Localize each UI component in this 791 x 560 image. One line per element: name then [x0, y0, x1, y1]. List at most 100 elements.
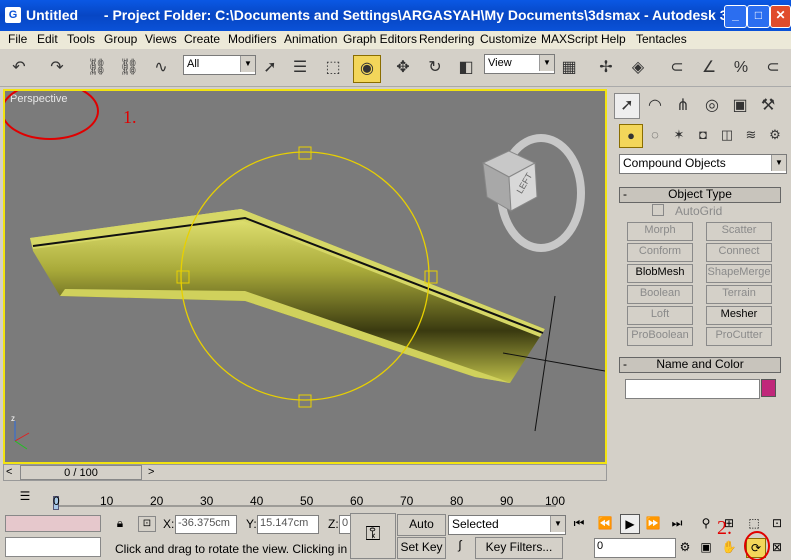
viewcube-widget[interactable]: LEFT [481, 134, 585, 252]
conform-button[interactable]: Conform [627, 243, 693, 262]
select-and-scale-icon[interactable]: ◧ [453, 55, 479, 81]
lights-icon[interactable]: ✶ [668, 124, 690, 146]
selection-filter-dropdown[interactable]: All ▼ [183, 55, 256, 75]
proboolean-button[interactable]: ProBoolean [627, 327, 693, 346]
scatter-button[interactable]: Scatter [706, 222, 772, 241]
menu-create[interactable]: Create [184, 32, 220, 46]
y-coord-field[interactable]: 15.147cm [257, 515, 319, 534]
undo-icon[interactable]: ↶ [6, 55, 32, 81]
menu-customize[interactable]: Customize [480, 32, 537, 46]
motion-tab-icon[interactable]: ◎ [699, 93, 725, 119]
time-prev-button[interactable]: < [6, 466, 12, 478]
display-tab-icon[interactable]: ▣ [727, 93, 753, 119]
shapes-icon[interactable]: ◌ [644, 124, 666, 146]
object-category-dropdown[interactable]: Compound Objects ▼ [619, 154, 787, 174]
percent-snap-icon[interactable]: % [728, 55, 754, 81]
menu-tentacles[interactable]: Tentacles [636, 32, 687, 46]
maximize-button[interactable]: □ [747, 5, 770, 28]
track-bar[interactable]: ☰ 0 10 20 30 40 50 60 70 80 90 100 [0, 484, 610, 510]
reference-coordinate-dropdown[interactable]: View ▼ [484, 54, 555, 74]
pivot-center-icon[interactable]: ▦ [556, 55, 582, 81]
maxscript-input[interactable] [5, 537, 101, 557]
zoom-icon[interactable]: ⚲ [697, 514, 715, 532]
menu-help[interactable]: Help [601, 32, 626, 46]
terrain-button[interactable]: Terrain [706, 285, 772, 304]
key-filters-button[interactable]: Key Filters... [475, 537, 563, 559]
object-color-swatch[interactable] [761, 379, 776, 397]
next-frame-icon[interactable]: ⏩ [644, 514, 662, 532]
procutter-button[interactable]: ProCutter [706, 327, 772, 346]
menu-animation[interactable]: Animation [284, 32, 337, 46]
bind-to-space-warp-icon[interactable]: ∿ [148, 55, 174, 81]
default-tangent-icon[interactable]: ∫ [450, 538, 470, 556]
minimize-button[interactable]: _ [724, 5, 747, 28]
menu-rendering[interactable]: Rendering [419, 32, 474, 46]
unlink-selection-icon[interactable]: ⛓ [116, 55, 142, 81]
modify-tab-icon[interactable]: ◠ [642, 93, 668, 119]
rectangular-selection-icon[interactable]: ⬚ [320, 55, 346, 81]
play-icon[interactable]: ▶ [620, 514, 640, 534]
set-key-icon[interactable]: ⚿ [350, 513, 396, 559]
select-object-icon[interactable]: ➚ [257, 55, 283, 81]
keyboard-shortcut-override-icon[interactable]: ◈ [625, 55, 651, 81]
name-and-color-rollout-header[interactable]: - Name and Color [619, 357, 781, 373]
angle-snap-icon[interactable]: ∠ [696, 55, 722, 81]
menu-tools[interactable]: Tools [67, 32, 95, 46]
space-warps-icon[interactable]: ≋ [740, 124, 762, 146]
mesher-button[interactable]: Mesher [706, 306, 772, 325]
utilities-tab-icon[interactable]: ⚒ [755, 93, 781, 119]
morph-button[interactable]: Morph [627, 222, 693, 241]
blobmesh-button[interactable]: BlobMesh [627, 264, 693, 283]
curve-editor-icon[interactable]: ☰ [16, 489, 34, 503]
snaps-toggle-icon[interactable]: ⊂ [664, 55, 690, 81]
menu-graph-editors[interactable]: Graph Editors [343, 32, 417, 46]
systems-icon[interactable]: ⚙ [764, 124, 786, 146]
previous-frame-icon[interactable]: ⏪ [596, 514, 614, 532]
spinner-snap-icon[interactable]: ⊂ [760, 55, 786, 81]
menu-modifiers[interactable]: Modifiers [228, 32, 277, 46]
geometry-icon[interactable]: ● [619, 124, 643, 148]
select-and-rotate-icon[interactable]: ↻ [422, 55, 448, 81]
menu-edit[interactable]: Edit [37, 32, 58, 46]
connect-button[interactable]: Connect [706, 243, 772, 262]
go-to-start-icon[interactable]: ⏮ [570, 514, 588, 532]
crown-molding-object[interactable] [30, 209, 545, 383]
current-frame-field[interactable]: 0 [594, 538, 676, 558]
menu-views[interactable]: Views [145, 32, 177, 46]
window-crossing-icon[interactable]: ◉ [353, 55, 381, 83]
menu-file[interactable]: File [8, 32, 27, 46]
time-slider[interactable]: < 0 / 100 > [3, 464, 607, 481]
field-of-view-icon[interactable]: ▣ [697, 538, 715, 556]
boolean-button[interactable]: Boolean [627, 285, 693, 304]
maxscript-listener-mini[interactable] [5, 515, 101, 532]
create-tab-icon[interactable]: ➚ [614, 93, 640, 119]
select-and-manipulate-icon[interactable]: ✢ [593, 55, 619, 81]
loft-button[interactable]: Loft [627, 306, 693, 325]
cameras-icon[interactable]: ◘ [692, 124, 714, 146]
time-configuration-icon[interactable]: ⚙ [676, 538, 694, 556]
go-to-end-icon[interactable]: ⏭ [668, 514, 686, 532]
key-mode-dropdown[interactable]: Selected ▼ [448, 515, 566, 535]
x-coord-field[interactable]: -36.375cm [175, 515, 237, 534]
absolute-mode-icon[interactable]: ⊡ [138, 516, 156, 532]
object-type-rollout-header[interactable]: - Object Type [619, 187, 781, 203]
auto-key-button[interactable]: Auto Key [397, 514, 446, 549]
select-by-name-icon[interactable]: ☰ [287, 55, 313, 81]
close-button[interactable]: ✕ [770, 5, 791, 28]
select-and-move-icon[interactable]: ✥ [390, 55, 416, 81]
menu-maxscript[interactable]: MAXScript [541, 32, 598, 46]
set-key-button[interactable]: Set Key [397, 537, 446, 559]
time-next-button[interactable]: > [148, 466, 154, 478]
key-mode-value: Selected [452, 517, 499, 531]
lock-selection-icon[interactable]: 🔒︎ [112, 516, 128, 532]
shapemerge-button[interactable]: ShapeMerge [706, 264, 772, 283]
menu-group[interactable]: Group [104, 32, 137, 46]
select-and-link-icon[interactable]: ⛓ [84, 55, 110, 81]
helpers-icon[interactable]: ◫ [716, 124, 738, 146]
time-slider-thumb[interactable]: 0 / 100 [20, 465, 142, 480]
perspective-viewport[interactable]: Perspective LEFT z 1. [3, 89, 607, 464]
redo-icon[interactable]: ↷ [44, 55, 70, 81]
autogrid-checkbox[interactable] [652, 204, 664, 216]
object-name-field[interactable] [625, 379, 760, 399]
hierarchy-tab-icon[interactable]: ⋔ [670, 93, 696, 119]
